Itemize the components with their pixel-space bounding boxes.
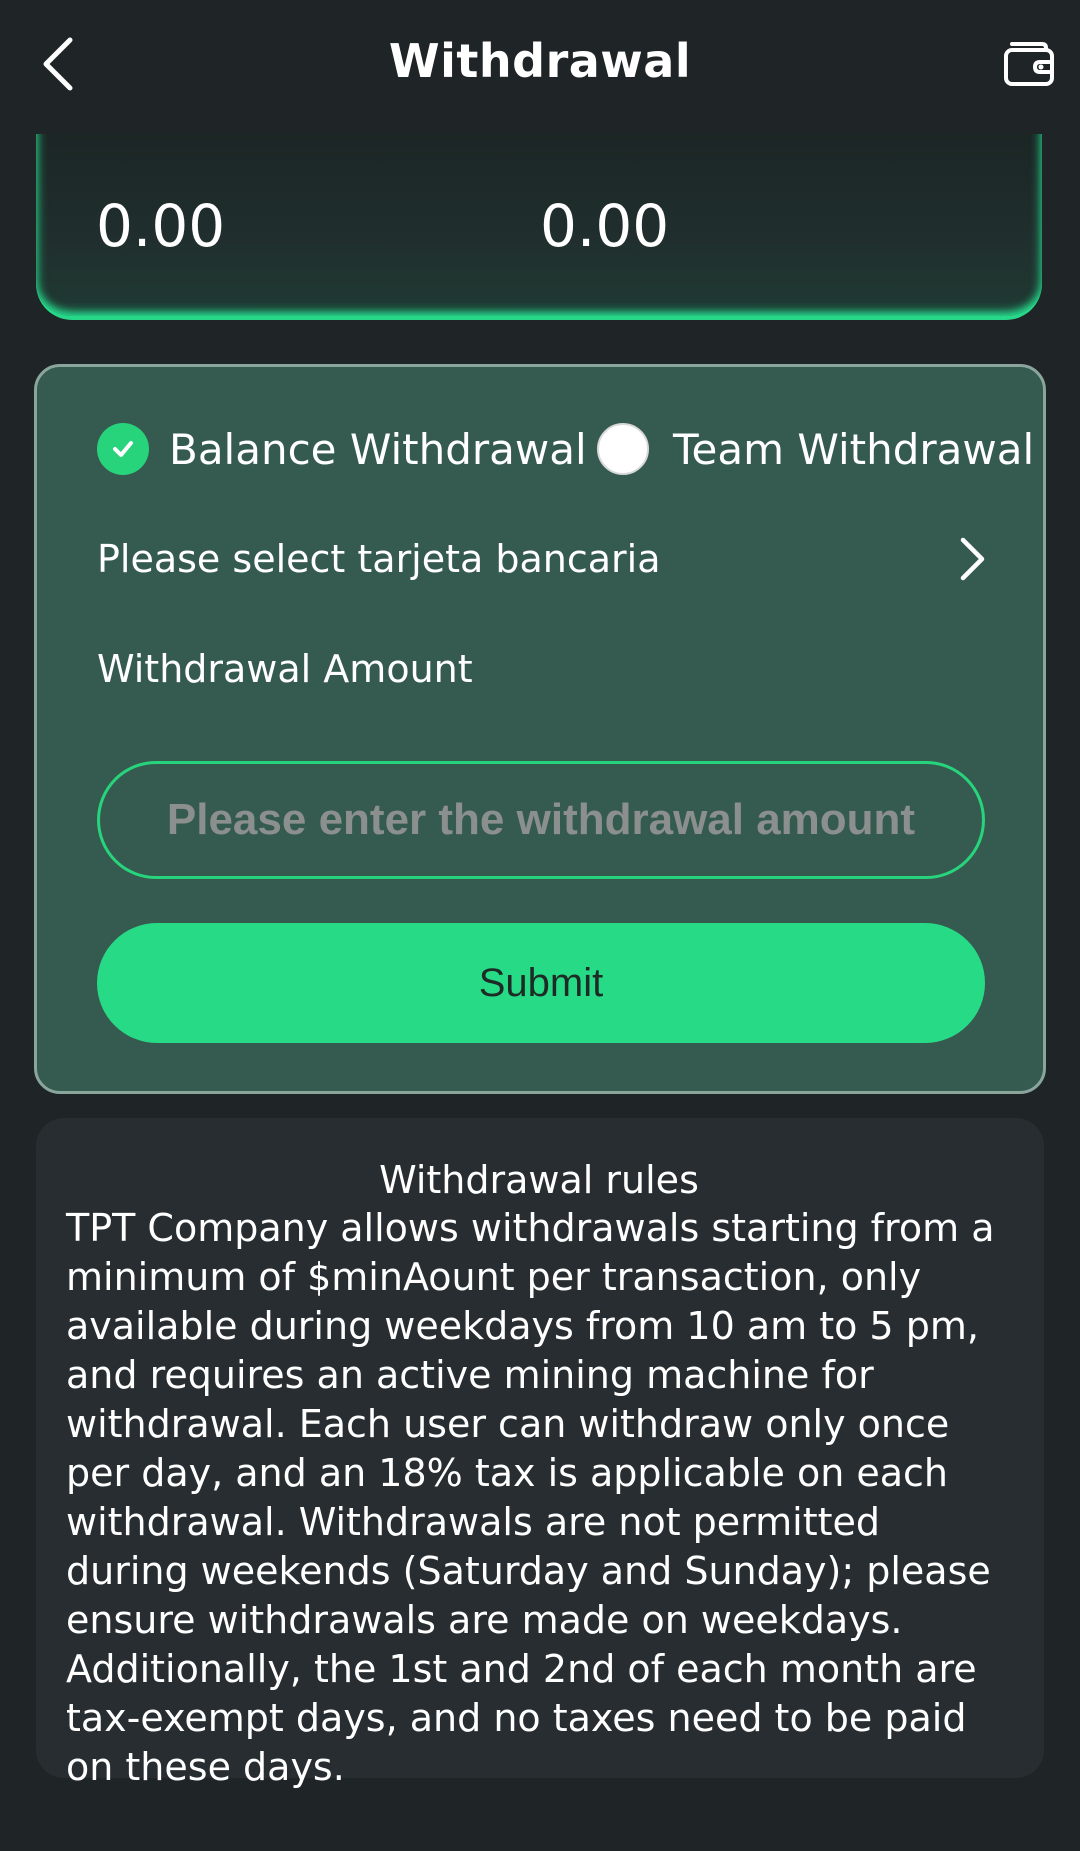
withdrawal-amount-label: Withdrawal Amount — [97, 647, 473, 691]
select-bank-card-label: Please select tarjeta bancaria — [97, 537, 661, 581]
team-withdrawal-radio[interactable]: Team Withdrawal — [597, 423, 1034, 475]
withdrawal-amount-input[interactable] — [97, 761, 985, 879]
withdrawal-type-group: Balance Withdrawal Team Withdrawal — [97, 417, 1034, 477]
select-bank-card-row[interactable]: Please select tarjeta bancaria — [97, 519, 987, 599]
checkmark-icon — [97, 423, 149, 475]
balance-withdrawal-radio[interactable]: Balance Withdrawal — [97, 423, 587, 475]
team-withdrawal-label: Team Withdrawal — [673, 424, 1035, 474]
rules-text: TPT Company allows withdrawals starting … — [66, 1206, 995, 1789]
wallet-button[interactable] — [1000, 34, 1058, 92]
withdrawal-rules-card: Withdrawal rules TPT Company allows with… — [36, 1118, 1044, 1789]
balance-value-right: 0.00 — [540, 192, 670, 260]
wallet-icon — [1004, 42, 1054, 86]
withdrawal-page: 0.00 0.00 Withdrawal Balance Withdrawal … — [0, 0, 1080, 1851]
balance-value-left: 0.00 — [96, 192, 226, 260]
rules-title: Withdrawal rules — [379, 1158, 699, 1202]
withdrawal-form-card: Balance Withdrawal Team Withdrawal Pleas… — [34, 364, 1046, 1094]
top-nav-bar: Withdrawal — [0, 0, 1080, 134]
radio-unchecked-icon — [597, 423, 649, 475]
submit-button[interactable]: Submit — [97, 923, 985, 1043]
chevron-right-icon — [960, 537, 985, 581]
page-title: Withdrawal — [388, 34, 692, 88]
balance-withdrawal-label: Balance Withdrawal — [169, 424, 587, 474]
